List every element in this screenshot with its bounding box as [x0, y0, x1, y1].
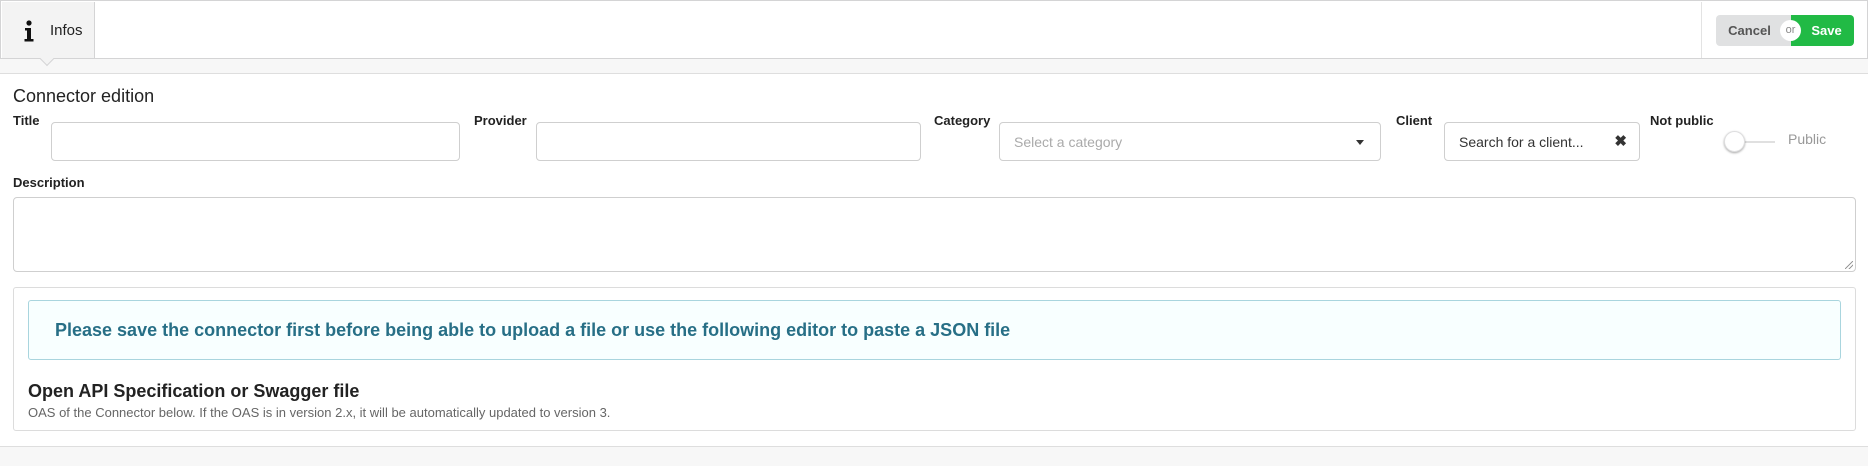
- toggle-knob: [1724, 131, 1745, 152]
- form-actions: Cancel Save or: [1716, 15, 1854, 46]
- category-select[interactable]: Select a category: [999, 122, 1381, 161]
- clear-icon[interactable]: ✖: [1614, 132, 1627, 150]
- page-title: Connector edition: [13, 86, 155, 106]
- category-label: Category: [934, 113, 991, 128]
- actions-divider: [1701, 2, 1702, 58]
- oas-title: Open API Specification or Swagger file: [28, 381, 360, 401]
- public-label: Public: [1788, 131, 1827, 147]
- not-public-label: Not public: [1650, 113, 1714, 128]
- resize-handle-icon[interactable]: [1845, 261, 1853, 269]
- description-label: Description: [13, 175, 85, 190]
- tab-infos[interactable]: Infos: [2, 2, 95, 67]
- description-textarea[interactable]: [13, 197, 1856, 272]
- connector-form: Connector edition Title Provider Categor…: [0, 73, 1868, 447]
- client-placeholder: Search for a client...: [1459, 134, 1584, 150]
- top-toolbar: Infos Cancel Save or: [0, 0, 1868, 67]
- title-label: Title: [13, 113, 40, 128]
- oas-description: OAS of the Connector below. If the OAS i…: [28, 405, 611, 420]
- public-toggle[interactable]: [1723, 131, 1775, 152]
- chevron-down-icon: [1356, 140, 1364, 145]
- client-search[interactable]: Search for a client... ✖: [1444, 122, 1640, 161]
- oas-section: Please save the connector first before b…: [13, 287, 1856, 431]
- provider-input[interactable]: [536, 122, 921, 161]
- client-label: Client: [1396, 113, 1433, 128]
- category-placeholder: Select a category: [1014, 134, 1123, 150]
- title-input[interactable]: [51, 122, 460, 161]
- active-tab-pointer: [39, 51, 55, 67]
- tab-infos-label: Infos: [50, 22, 83, 39]
- info-icon: [24, 20, 34, 42]
- info-notice: Please save the connector first before b…: [28, 300, 1841, 360]
- or-separator: or: [1780, 20, 1801, 41]
- notice-message: Please save the connector first before b…: [55, 320, 1011, 340]
- provider-label: Provider: [474, 113, 527, 128]
